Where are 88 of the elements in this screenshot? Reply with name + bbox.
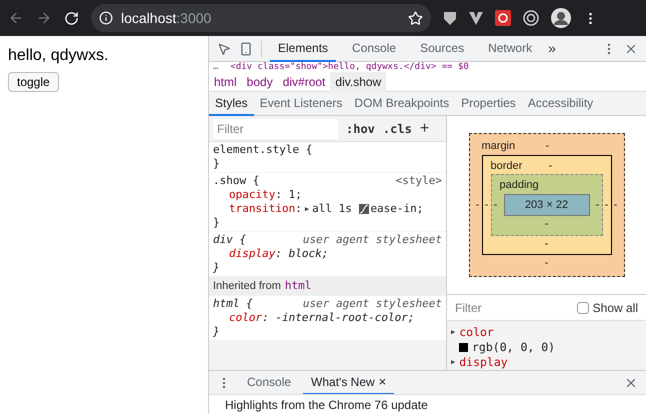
css-selector: html { (213, 297, 253, 311)
more-tabs[interactable]: » (548, 38, 556, 59)
easing-icon[interactable] (359, 204, 370, 214)
closing-brace: } (213, 157, 220, 170)
show-all-label: Show all (592, 300, 638, 317)
shield-icon[interactable] (443, 10, 457, 26)
drawer-tab[interactable]: Console (239, 370, 300, 394)
bookmark-star-icon[interactable] (408, 10, 423, 26)
show-all-checkbox[interactable] (576, 302, 589, 314)
css-selector: element.style { (213, 143, 312, 157)
colon: : (275, 247, 282, 261)
target-icon[interactable] (523, 10, 539, 26)
closing-brace: } (213, 325, 220, 338)
tab[interactable]: Event Listeners (254, 92, 348, 116)
tab[interactable]: Network (480, 36, 540, 62)
computed-property: color (459, 325, 494, 340)
css-selector: .show { (213, 174, 260, 188)
border-value: - (548, 158, 554, 174)
css-value: block; (288, 247, 328, 261)
border-value: - (484, 198, 490, 213)
inspect-icon[interactable] (217, 42, 231, 56)
tab[interactable]: Elements (270, 36, 336, 62)
computed-filter-field[interactable]: Filter (455, 298, 573, 317)
v-logo-icon[interactable] (469, 12, 483, 24)
device-icon[interactable] (239, 42, 253, 56)
forward-icon[interactable] (36, 10, 52, 26)
back-icon[interactable] (8, 10, 24, 26)
computed-value: rgb(0, 0, 0) (472, 340, 556, 355)
tab[interactable]: Console (344, 36, 404, 62)
css-property: transition (229, 202, 296, 216)
whats-new-text: Highlights from the Chrome 76 update (225, 396, 428, 414)
tab[interactable]: Properties (455, 92, 522, 116)
dom-node-line: <div class="show">hello, qdywxs.</div> == $0 (230, 62, 469, 72)
padding-label: padding (500, 179, 539, 192)
close-tab-icon[interactable]: × (378, 372, 386, 392)
css-property: opacity (229, 188, 276, 202)
toggle-button[interactable]: toggle (8, 72, 59, 92)
padding-value: - (594, 198, 600, 213)
avatar-icon[interactable] (551, 8, 571, 28)
breadcrumb[interactable]: html (209, 72, 242, 92)
css-property: color (229, 311, 262, 325)
tab[interactable]: DOM Breakpoints (348, 92, 456, 116)
css-property: display (229, 247, 276, 261)
reload-icon[interactable] (64, 10, 79, 26)
css-value: 1; (288, 188, 302, 202)
closing-brace: } (213, 216, 220, 229)
colon: : (295, 202, 302, 216)
margin-value: - (544, 139, 550, 154)
inherited-label: Inherited from (213, 279, 281, 293)
info-icon[interactable] (99, 11, 113, 25)
url-host: localhost:3000 (121, 8, 212, 28)
rule-source: user agent stylesheet (302, 297, 442, 311)
color-swatch[interactable] (459, 343, 468, 352)
cls-toggle[interactable]: .cls (382, 120, 412, 138)
colon: : (262, 311, 269, 325)
css-value: -internal-root-color; (274, 311, 414, 325)
margin-value: - (544, 256, 548, 272)
colon: : (275, 188, 282, 202)
drawer-tab[interactable]: What's New × (303, 370, 394, 394)
easing-value: ease-in; (370, 202, 424, 216)
filter-field[interactable]: Filter (213, 118, 338, 138)
margin-value: - (474, 198, 480, 213)
address-bar[interactable]: localhost:3000 (91, 4, 431, 32)
border-label: border (490, 158, 522, 174)
page-text: hello, qdywxs. (8, 46, 108, 66)
content-box: 203 × 22 (504, 194, 590, 216)
breadcrumb[interactable]: div.show (330, 72, 386, 92)
inherited-tag[interactable]: html (284, 279, 312, 293)
border-value: - (604, 198, 610, 213)
tab[interactable]: Accessibility (522, 92, 600, 116)
tab[interactable]: Sources (412, 36, 472, 62)
rule-source: <style> (396, 174, 442, 188)
css-selector: div { (213, 233, 246, 247)
new-rule-button[interactable]: + (420, 116, 430, 140)
dom-ellipsis: … (212, 62, 218, 72)
margin-label: margin (482, 139, 516, 154)
css-value: all 1s (312, 202, 353, 216)
extension-icon[interactable] (495, 10, 511, 26)
hov-toggle[interactable]: :hov (346, 120, 375, 138)
breadcrumb[interactable]: div#root (278, 72, 330, 92)
padding-value: - (492, 198, 498, 213)
rule-source: user agent stylesheet (302, 233, 442, 247)
breadcrumb[interactable]: body (242, 72, 278, 92)
border-value: - (544, 236, 548, 252)
padding-value: - (544, 217, 548, 232)
closing-brace: } (213, 261, 220, 274)
margin-value: - (612, 198, 618, 213)
computed-property: display (459, 355, 508, 370)
